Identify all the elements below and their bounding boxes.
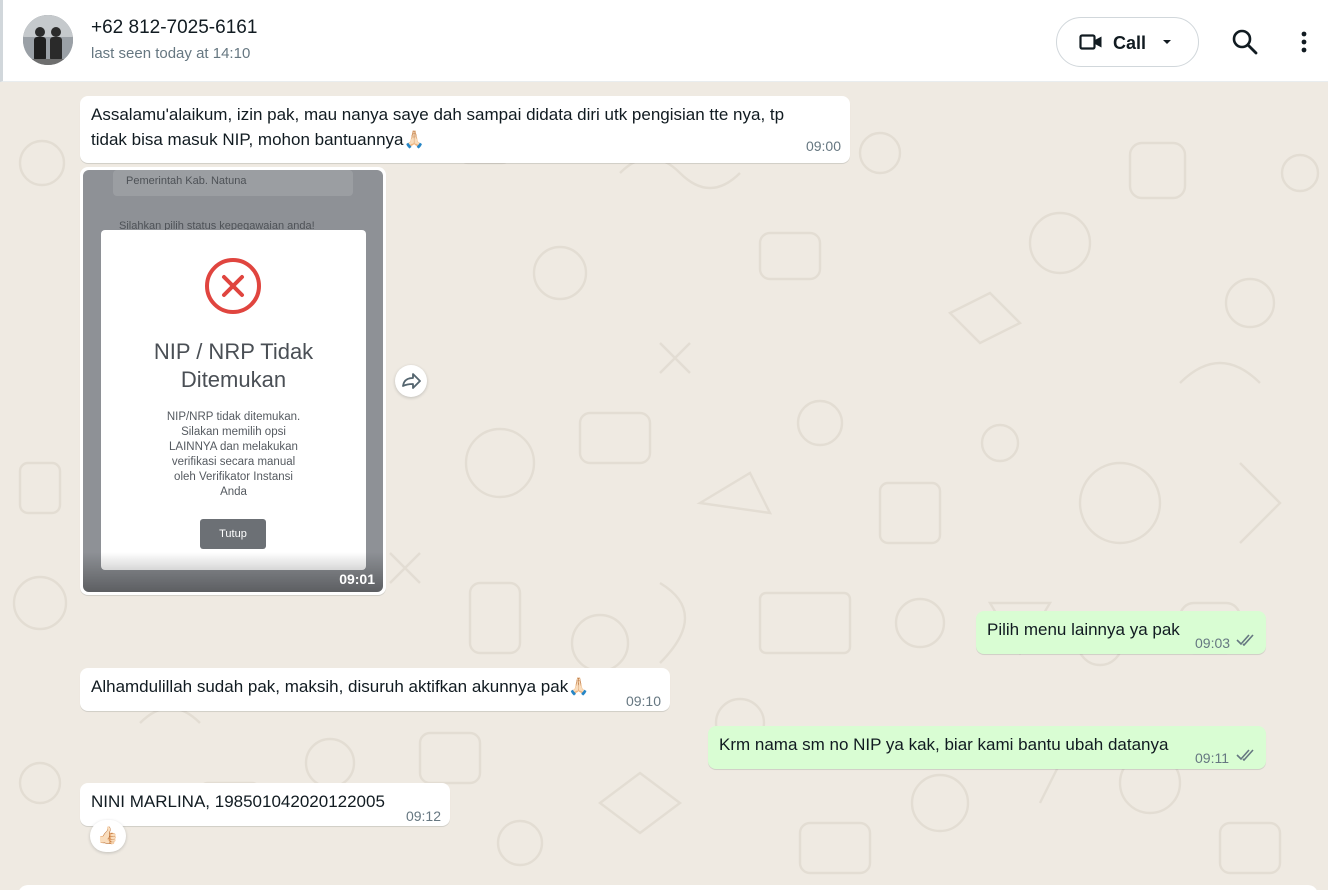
message-time: 09:00	[805, 138, 841, 154]
forward-button[interactable]	[395, 365, 427, 397]
error-x-icon	[205, 258, 261, 314]
dialog-body-line: verifikasi secara manual	[171, 456, 296, 468]
chat-area[interactable]: Assalamu'alaikum, izin pak, mau nanya sa…	[0, 83, 1328, 890]
last-seen-status: last seen today at 14:10	[91, 45, 251, 62]
call-button[interactable]: Call	[1056, 17, 1199, 67]
message-time: 09:03	[1195, 635, 1231, 651]
outgoing-message[interactable]: Pilih menu lainnya ya pak 09:03	[976, 611, 1266, 654]
message-text: NINI MARLINA, 198501042020122005	[91, 792, 385, 811]
chevron-down-icon[interactable]	[1157, 32, 1177, 52]
search-icon[interactable]	[1229, 26, 1261, 58]
message-text: Alhamdulillah sudah pak, maksih, disuruh…	[91, 677, 590, 696]
video-camera-icon	[1079, 34, 1102, 50]
forward-icon	[402, 373, 421, 389]
incoming-image-message[interactable]: Pemerintah Kab. Natuna Silahkan pilih st…	[80, 167, 386, 595]
message-time: 09:11	[1195, 750, 1229, 766]
message-time: 09:12	[405, 808, 441, 824]
avatar-photo	[23, 15, 73, 65]
kebab-menu-icon[interactable]	[1293, 26, 1315, 58]
dialog-title-line-1: NIP / NRP Tidak	[153, 339, 314, 364]
incoming-message[interactable]: Alhamdulillah sudah pak, maksih, disuruh…	[80, 668, 670, 711]
incoming-message[interactable]: Assalamu'alaikum, izin pak, mau nanya sa…	[80, 96, 850, 163]
image-shade	[83, 552, 383, 592]
dialog-body-line: NIP/NRP tidak ditemukan.	[166, 411, 301, 423]
double-check-icon	[1236, 634, 1254, 646]
message-time: 09:10	[625, 693, 661, 709]
image-field-text: Pemerintah Kab. Natuna	[126, 175, 247, 187]
call-button-label: Call	[1113, 33, 1147, 53]
dialog-body-line: Silakan memilih opsi	[181, 426, 286, 438]
message-text: Krm nama sm no NIP ya kak, biar kami ban…	[719, 735, 1169, 754]
message-text-line-2: tidak bisa masuk NIP, mohon bantuannya🙏🏻	[91, 130, 425, 149]
message-text-line-1: Assalamu'alaikum, izin pak, mau nanya sa…	[91, 105, 785, 124]
reaction-badge[interactable]: 👍🏻	[90, 820, 126, 852]
double-check-icon	[1236, 749, 1254, 761]
incoming-message[interactable]: NINI MARLINA, 198501042020122005 09:12	[80, 783, 450, 826]
avatar[interactable]	[23, 15, 73, 65]
contact-name[interactable]: +62 812-7025-6161	[91, 17, 257, 39]
dialog-close-button: Tutup	[200, 519, 266, 549]
chat-header: +62 812-7025-6161 last seen today at 14:…	[0, 0, 1328, 82]
dialog-body-line: oleh Verifikator Instansi	[174, 471, 293, 483]
message-text: Pilih menu lainnya ya pak	[987, 620, 1180, 639]
screenshot-image[interactable]: Pemerintah Kab. Natuna Silahkan pilih st…	[83, 170, 383, 592]
message-time: 09:01	[339, 571, 375, 587]
outgoing-message[interactable]: Krm nama sm no NIP ya kak, biar kami ban…	[708, 726, 1266, 769]
dialog-body-line: LAINNYA dan melakukan	[169, 441, 298, 453]
error-dialog: NIP / NRP Tidak Ditemukan NIP/NRP tidak …	[101, 230, 366, 570]
dialog-title: NIP / NRP Tidak Ditemukan	[101, 338, 366, 394]
composer-bar	[0, 883, 1328, 890]
dialog-title-line-2: Ditemukan	[180, 367, 287, 392]
dialog-body: NIP/NRP tidak ditemukan. Silakan memilih…	[146, 410, 321, 500]
dialog-body-line: Anda	[220, 486, 247, 498]
